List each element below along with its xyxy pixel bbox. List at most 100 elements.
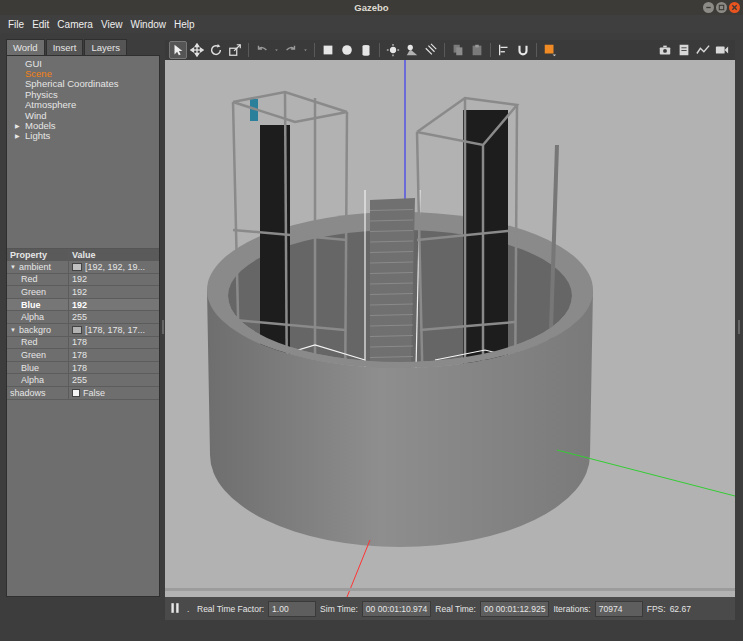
gazebo-window: GazeboFileEditCameraViewWindowHelpWorldI… — [0, 0, 743, 641]
paste-button[interactable] — [468, 41, 486, 59]
property-name: Blue — [7, 299, 69, 311]
property-value[interactable]: 178 — [69, 363, 159, 373]
tree-item[interactable]: Physics — [7, 89, 159, 99]
property-row[interactable]: shadowsFalse — [7, 387, 159, 400]
rotate-button[interactable] — [207, 41, 225, 59]
tree-item[interactable]: GUI — [7, 58, 159, 68]
property-row[interactable]: Blue178 — [7, 362, 159, 375]
pause-button[interactable] — [169, 602, 183, 616]
screenshot-button[interactable] — [656, 41, 674, 59]
status-value: 1.00 — [268, 601, 316, 617]
status-label: FPS: — [647, 604, 666, 614]
property-value[interactable]: 192 — [69, 274, 159, 284]
property-value[interactable]: 178 — [69, 337, 159, 347]
property-row[interactable]: ▼ambient[192, 192, 19... — [7, 261, 159, 274]
record-icon — [715, 43, 729, 57]
tree-item[interactable]: ▶Lights — [7, 131, 159, 141]
tab[interactable]: Layers — [84, 39, 127, 55]
property-value[interactable]: False — [69, 388, 159, 398]
sphere-icon — [340, 43, 354, 57]
menu-item[interactable]: View — [97, 19, 127, 30]
toolbar-separator — [444, 43, 445, 57]
spot-light-button[interactable] — [403, 41, 421, 59]
scale-button[interactable] — [226, 41, 244, 59]
toolbar-separator — [248, 43, 249, 57]
directional-light-button[interactable] — [422, 41, 440, 59]
property-row[interactable]: ▼backgro[178, 178, 17... — [7, 324, 159, 337]
property-row[interactable]: Green178 — [7, 349, 159, 362]
status-value: 00 00:01:10.974 — [362, 601, 431, 617]
dropdown-button[interactable] — [272, 41, 281, 59]
tree-item[interactable]: Atmosphere — [7, 100, 159, 110]
property-row[interactable]: Red178 — [7, 337, 159, 350]
dropdown-button[interactable] — [301, 41, 310, 59]
redo-button[interactable] — [282, 41, 300, 59]
close-button[interactable] — [729, 2, 740, 13]
select-icon — [171, 43, 185, 57]
property-name: Red — [7, 337, 69, 349]
property-value[interactable]: 255 — [69, 312, 159, 322]
property-row[interactable]: Red192 — [7, 274, 159, 287]
copy-button[interactable] — [449, 41, 467, 59]
directional-light-icon — [424, 43, 438, 57]
log-icon — [677, 43, 691, 57]
undo-icon — [255, 43, 269, 57]
view-angle-button[interactable] — [541, 41, 559, 59]
menu-item[interactable]: File — [4, 19, 28, 30]
property-name: Red — [7, 274, 69, 286]
scene-area: .Real Time Factor:1.00Sim Time:00 00:01:… — [165, 33, 735, 620]
align-button[interactable] — [495, 41, 513, 59]
log-button[interactable] — [675, 41, 693, 59]
property-row[interactable]: Alpha255 — [7, 311, 159, 324]
record-button[interactable] — [713, 41, 731, 59]
property-value[interactable]: 192 — [69, 287, 159, 297]
menu-item[interactable]: Edit — [28, 19, 53, 30]
sphere-button[interactable] — [338, 41, 356, 59]
expand-arrow[interactable]: ▶ — [7, 132, 25, 139]
tree-item-label: GUI — [25, 58, 42, 69]
property-row[interactable]: Green192 — [7, 286, 159, 299]
column-header: Value — [69, 250, 159, 260]
main-area: WorldInsertLayersGUISceneSpherical Coord… — [0, 33, 743, 620]
property-value[interactable]: 192 — [69, 300, 159, 310]
menu-item[interactable]: Help — [170, 19, 199, 30]
menu-bar: FileEditCameraViewWindowHelp — [0, 15, 743, 33]
column-header: Property — [7, 249, 69, 261]
property-row[interactable]: Blue192 — [7, 299, 159, 312]
checkbox[interactable] — [72, 389, 80, 397]
snap-button[interactable] — [514, 41, 532, 59]
property-value[interactable]: [192, 192, 19... — [69, 262, 159, 272]
tab[interactable]: World — [6, 39, 45, 55]
point-light-button[interactable] — [384, 41, 402, 59]
step-button[interactable]: . — [187, 604, 193, 614]
title-bar: Gazebo — [0, 0, 743, 15]
cylinder-button[interactable] — [357, 41, 375, 59]
expand-arrow[interactable]: ▼ — [10, 264, 19, 270]
tree-item[interactable]: Spherical Coordinates — [7, 79, 159, 89]
property-value[interactable]: 178 — [69, 350, 159, 360]
menu-item[interactable]: Window — [126, 19, 170, 30]
minimize-button[interactable] — [703, 2, 714, 13]
3d-viewport[interactable] — [165, 60, 735, 597]
splitter[interactable] — [735, 33, 743, 620]
box-button[interactable] — [319, 41, 337, 59]
menu-item[interactable]: Camera — [53, 19, 97, 30]
plot-button[interactable] — [694, 41, 712, 59]
property-value[interactable]: [178, 178, 17... — [69, 325, 159, 335]
property-value[interactable]: 255 — [69, 375, 159, 385]
tree-item[interactable]: ▶Models — [7, 120, 159, 130]
tree-item[interactable]: Scene — [7, 68, 159, 78]
undo-button[interactable] — [253, 41, 271, 59]
toolbar-separator — [379, 43, 380, 57]
select-button[interactable] — [169, 41, 187, 59]
expand-arrow[interactable]: ▼ — [10, 327, 19, 333]
maximize-button[interactable] — [716, 2, 727, 13]
tree-item[interactable]: Wind — [7, 110, 159, 120]
tab[interactable]: Insert — [46, 39, 84, 55]
translate-button[interactable] — [188, 41, 206, 59]
toolbar-separator — [490, 43, 491, 57]
property-row[interactable]: Alpha255 — [7, 374, 159, 387]
world-tree: GUISceneSpherical CoordinatesPhysicsAtmo… — [7, 56, 159, 248]
expand-arrow[interactable]: ▶ — [7, 122, 25, 129]
world-panel: GUISceneSpherical CoordinatesPhysicsAtmo… — [6, 55, 160, 597]
